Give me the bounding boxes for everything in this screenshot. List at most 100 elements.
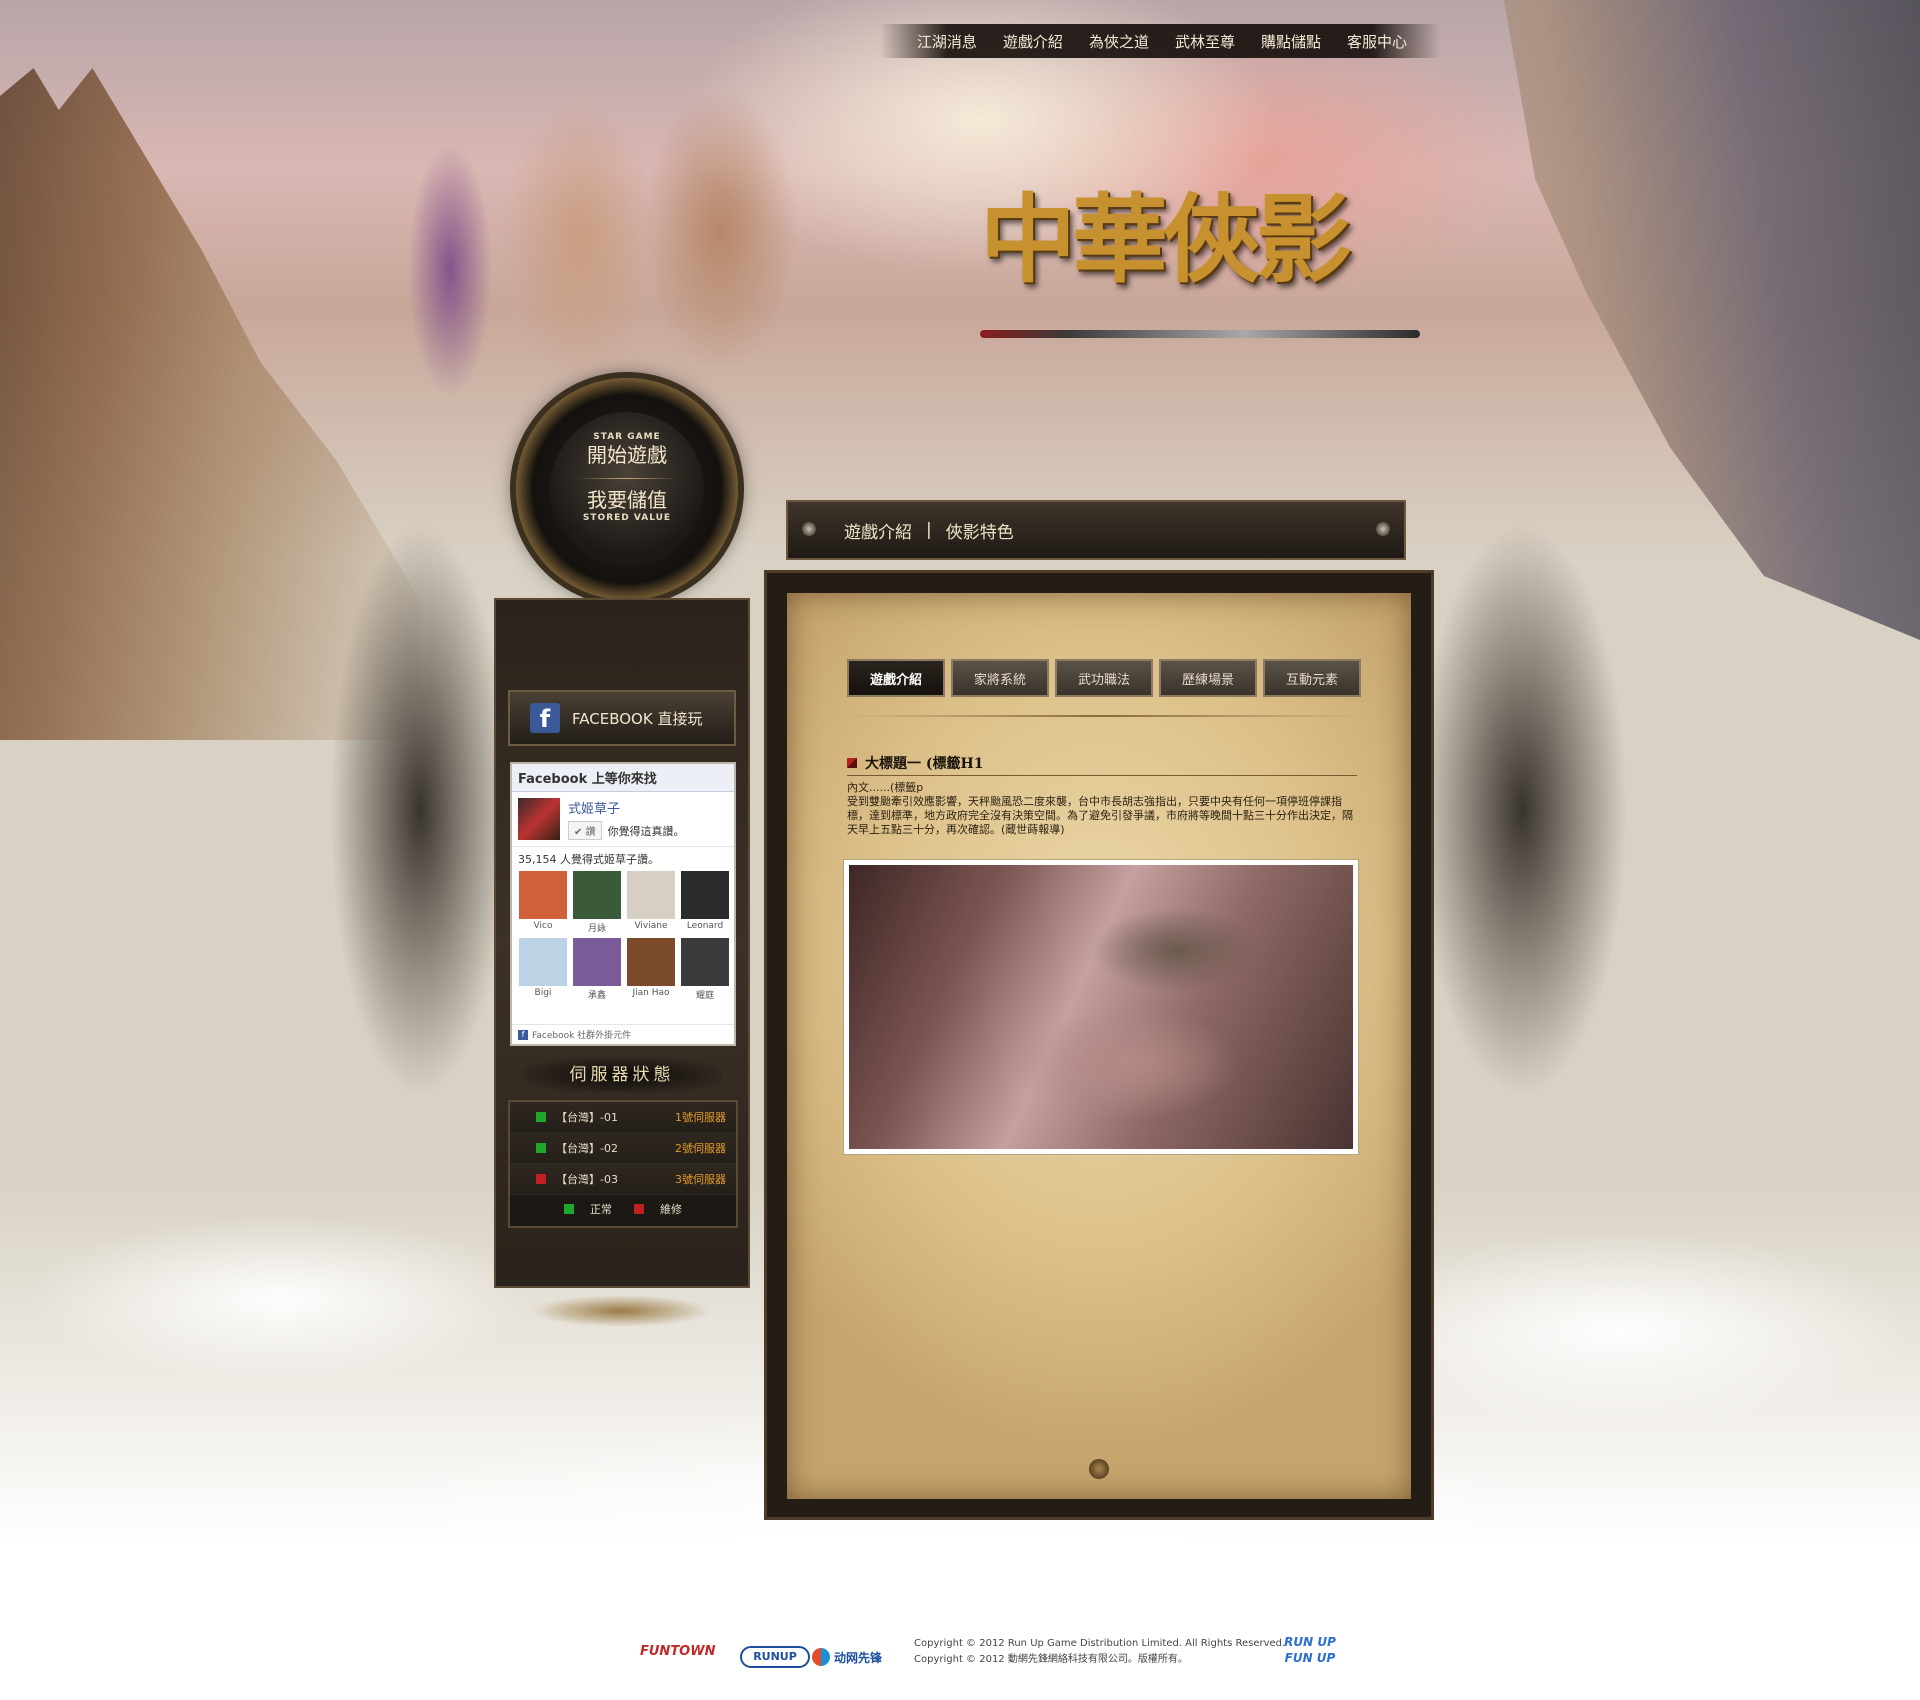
left-sidebar: f FACEBOOK 直接玩 Facebook 上等你來找 式姬草子 ✔ 讚 你… (494, 598, 750, 1328)
fb-friend-name: Viviane (634, 921, 668, 931)
tab-game-intro[interactable]: 遊戲介紹 (847, 659, 945, 697)
nav-hero-way[interactable]: 為俠之道 (1076, 31, 1162, 52)
fb-friend[interactable]: 耀庭 (680, 938, 730, 1001)
fb-friend-name: 承鑫 (587, 991, 606, 1001)
section-title: 遊戲介紹 (844, 522, 912, 543)
start-game-button[interactable]: STAR GAME 開始遊戲 (550, 412, 704, 468)
copyright-en: Copyright © 2012 Run Up Game Distributio… (914, 1638, 1286, 1649)
fb-friend-avatar (627, 938, 675, 986)
section-subtitle: 俠影特色 (945, 522, 1014, 543)
page-footer: FUNTOWN RUNUP 动网先锋 Copyright © 2012 Run … (640, 1634, 1360, 1684)
fb-like-row: ✔ 讚 你覺得這真讚。 (568, 821, 685, 840)
maintenance-flag-icon (634, 1204, 644, 1214)
logo-sword-ornament (980, 330, 1420, 338)
legend-maintenance-label: 維修 (660, 1203, 682, 1216)
article-tag-line: 內文......(標籤p (847, 781, 924, 794)
server-name: 【台灣】-02 (556, 1142, 618, 1155)
fb-friend-name: 月詠 (587, 924, 606, 934)
right-knob-ornament (1376, 522, 1390, 536)
server-row[interactable]: 【台灣】-02 2號伺服器 (510, 1133, 736, 1164)
dynamic-vanguard-logo[interactable]: 动网先锋 (812, 1644, 904, 1670)
fb-page-row: 式姬草子 ✔ 讚 你覺得這真讚。 (512, 792, 734, 847)
top-navigation: 江湖消息 遊戲介紹 為俠之道 武林至尊 購點儲點 客服中心 (880, 24, 1440, 58)
nav-game-intro[interactable]: 遊戲介紹 (990, 31, 1076, 52)
tab-interaction[interactable]: 互動元素 (1263, 659, 1361, 697)
server-name: 【台灣】-03 (556, 1173, 618, 1186)
nav-rankings[interactable]: 武林至尊 (1162, 31, 1248, 52)
fb-friend-avatar (573, 938, 621, 986)
store-value-en-label: STORED VALUE (582, 513, 672, 523)
main-content-frame: 遊戲介紹 家將系統 武功職法 歷練場景 互動元素 大標題一 (標籤H1 內文..… (764, 570, 1434, 1520)
article-image (843, 859, 1359, 1155)
content-tabs: 遊戲介紹 家將系統 武功職法 歷練場景 互動元素 (847, 659, 1361, 697)
store-value-label: 我要儲值 (587, 488, 667, 512)
fb-page-name-link[interactable]: 式姬草子 (568, 798, 685, 817)
legend-normal: 正常 (564, 1201, 612, 1217)
fb-friend[interactable]: Bigi (518, 938, 568, 1001)
runup-logo[interactable]: RUNUP (740, 1646, 810, 1668)
fb-like-text: 你覺得這真讚。 (607, 824, 685, 838)
fb-friend[interactable]: Leonard (680, 871, 730, 934)
copyright-zh: Copyright © 2012 動網先鋒網絡科技有限公司。版權所有。 (914, 1654, 1188, 1665)
server-row[interactable]: 【台灣】-01 1號伺服器 (510, 1102, 736, 1133)
copyright-text: Copyright © 2012 Run Up Game Distributio… (914, 1636, 1285, 1668)
facebook-small-icon: f (518, 1029, 528, 1040)
facebook-like-box: Facebook 上等你來找 式姬草子 ✔ 讚 你覺得這真讚。 35,154 人… (510, 762, 736, 1046)
left-knob-ornament (802, 522, 816, 536)
section-title-bar: 遊戲介紹 | 俠影特色 (786, 500, 1406, 560)
fb-friend[interactable]: 月詠 (572, 871, 622, 934)
server-row[interactable]: 【台灣】-03 3號伺服器 (510, 1164, 736, 1195)
fb-friend-name: Bigi (534, 988, 552, 998)
fb-friend-name: Leonard (686, 921, 724, 931)
runup-funup-line1: RUN UP (1284, 1635, 1336, 1649)
fb-page-avatar[interactable] (518, 798, 560, 840)
fb-friend-name: Vico (533, 921, 553, 931)
start-game-en-label: STAR GAME (593, 432, 661, 442)
heading-flag-icon (847, 758, 857, 768)
fb-friend-avatar (519, 871, 567, 919)
start-game-label: 開始遊戲 (587, 443, 667, 467)
fb-box-header: Facebook 上等你來找 (512, 764, 734, 792)
server-status-list: 【台灣】-01 1號伺服器 【台灣】-02 2號伺服器 【台灣】-03 3號伺服… (508, 1100, 738, 1228)
fb-page-info: 式姬草子 ✔ 讚 你覺得這真讚。 (568, 798, 685, 840)
fb-friend[interactable]: Vico (518, 871, 568, 934)
tab-martial-arts[interactable]: 武功職法 (1055, 659, 1153, 697)
fb-friend-name: Jian Hao (632, 988, 670, 998)
server-legend: 正常 維修 (510, 1195, 736, 1217)
store-value-button[interactable]: 我要儲值 STORED VALUE (550, 487, 704, 523)
fb-friend-avatar (681, 938, 729, 986)
parchment-bottom-emblem (1089, 1459, 1109, 1479)
fb-friend-avatar (519, 938, 567, 986)
canyon-scene-image (849, 865, 1353, 1149)
fb-friend-avatar (573, 871, 621, 919)
fb-friend[interactable]: Viviane (626, 871, 676, 934)
parchment-panel: 遊戲介紹 家將系統 武功職法 歷練場景 互動元素 大標題一 (標籤H1 內文..… (787, 593, 1411, 1499)
runup-funup-line2: FUN UP (1284, 1651, 1336, 1665)
facebook-icon: f (530, 703, 560, 733)
server-status-title: 伺服器狀態 (522, 1058, 722, 1092)
article-paragraph: 受到雙颱牽引效應影響，天秤颱風恐二度來襲，台中市長胡志強指出，只要中央有任何一項… (847, 795, 1353, 836)
fb-friend-avatar (681, 871, 729, 919)
medallion-inner: STAR GAME 開始遊戲 我要儲值 STORED VALUE (550, 412, 704, 566)
fb-friend-avatar (627, 871, 675, 919)
nav-buy-points[interactable]: 購點儲點 (1248, 31, 1334, 52)
fb-like-button[interactable]: ✔ 讚 (568, 821, 602, 840)
dynamic-vanguard-icon (812, 1648, 830, 1666)
fb-friend[interactable]: Jian Hao (626, 938, 676, 1001)
article-heading-text: 大標題一 (標籤H1 (865, 756, 984, 772)
funtown-logo[interactable]: FUNTOWN (640, 1644, 732, 1670)
server-status-flag-icon (536, 1112, 546, 1122)
facebook-play-button[interactable]: f FACEBOOK 直接玩 (508, 690, 736, 746)
fb-friend[interactable]: 承鑫 (572, 938, 622, 1001)
legend-maintenance: 維修 (634, 1201, 682, 1217)
nav-news[interactable]: 江湖消息 (904, 31, 990, 52)
nav-support[interactable]: 客服中心 (1334, 31, 1420, 52)
tab-training-scenes[interactable]: 歷練場景 (1159, 659, 1257, 697)
tab-family-system[interactable]: 家將系統 (951, 659, 1049, 697)
runup-funup-logo[interactable]: RUN UP FUN UP (1280, 1634, 1340, 1674)
tabs-divider (847, 715, 1359, 717)
server-label: 2號伺服器 (675, 1142, 726, 1155)
fb-box-footer[interactable]: f Facebook 社群外掛元件 (512, 1024, 734, 1044)
article-body: 內文......(標籤p 受到雙颱牽引效應影響，天秤颱風恐二度來襲，台中市長胡志… (847, 781, 1359, 837)
game-logo: 中華俠影 (980, 180, 1420, 350)
